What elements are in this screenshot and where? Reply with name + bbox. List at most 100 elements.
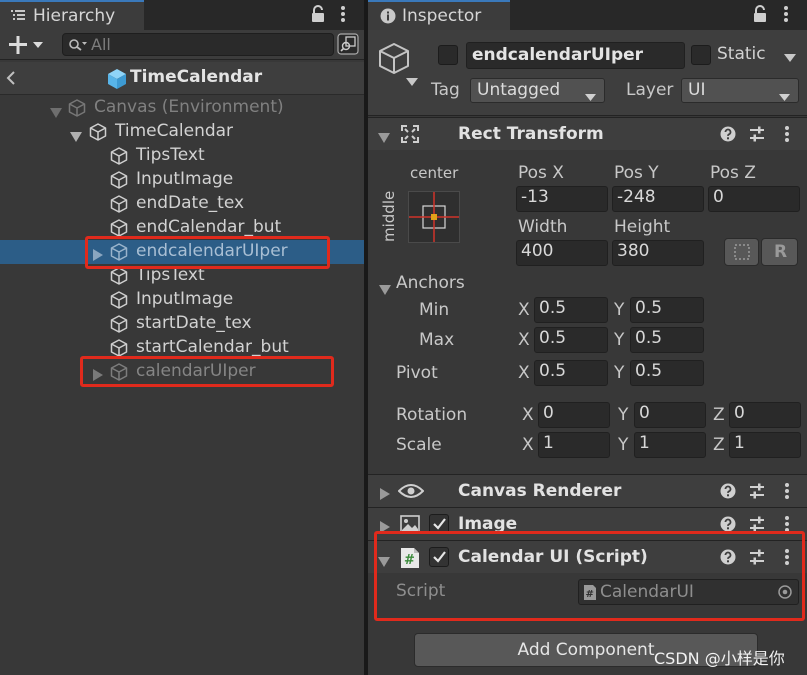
help-icon[interactable] — [720, 126, 736, 147]
pivot-y-field[interactable]: 0.5 — [630, 360, 704, 386]
row-label: startCalendar_but — [136, 337, 289, 357]
more-options-icon[interactable] — [784, 125, 790, 148]
blueprint-icon — [734, 244, 750, 260]
inspector-tab[interactable]: Inspector — [368, 0, 510, 30]
hierarchy-row-inputimage[interactable]: InputImage — [0, 168, 364, 192]
active-checkbox[interactable] — [438, 45, 458, 65]
preset-sliders-icon[interactable] — [749, 126, 765, 147]
rect-transform-icon — [400, 124, 420, 149]
row-label: InputImage — [136, 169, 234, 189]
anchor-vertical-label: middle — [380, 190, 398, 242]
row-label: Canvas (Environment) — [94, 97, 284, 117]
anchor-preset-button[interactable] — [408, 191, 460, 243]
pivot-x-field[interactable]: 0.5 — [534, 360, 608, 386]
static-dropdown-arrow-icon[interactable] — [784, 48, 796, 68]
expand-arrow-icon — [378, 128, 390, 148]
anchor-max-x-field[interactable]: 0.5 — [534, 327, 608, 353]
canvas-renderer-header[interactable]: Canvas Renderer — [368, 474, 807, 507]
scale-x-field[interactable]: 1 — [538, 432, 610, 458]
pos-y-label: Pos Y — [614, 163, 659, 183]
hierarchy-row-tipstext[interactable]: TipsText — [0, 144, 364, 168]
hierarchy-row-startdate-tex[interactable]: startDate_tex — [0, 312, 364, 336]
width-field[interactable]: 400 — [516, 240, 608, 266]
rect-transform-title: Rect Transform — [458, 124, 604, 144]
layer-dropdown[interactable]: UI — [681, 78, 799, 103]
gameobject-header: endcalendarUIper Static Tag Untagged Lay… — [368, 30, 807, 116]
rotation-x-field[interactable]: 0 — [538, 402, 610, 428]
lock-icon[interactable] — [752, 5, 768, 28]
blueprint-mode-button[interactable] — [724, 238, 759, 266]
layer-value: UI — [688, 80, 706, 100]
list-icon — [10, 7, 26, 28]
static-checkbox[interactable] — [691, 45, 711, 65]
anchor-max-label: Max — [419, 330, 455, 350]
gameobject-cube-icon — [110, 315, 128, 338]
object-name-field[interactable]: endcalendarUIper — [466, 42, 685, 69]
y-label: Y — [618, 435, 629, 455]
row-label: endDate_tex — [136, 193, 245, 213]
hierarchy-row-canvas-environment[interactable]: Canvas (Environment) — [0, 96, 364, 120]
collapse-arrow-icon — [380, 485, 390, 505]
more-options-icon[interactable] — [784, 482, 790, 505]
raw-edit-button[interactable]: R — [761, 238, 798, 266]
z-label: Z — [713, 435, 725, 455]
y-label: Y — [614, 363, 625, 383]
scale-y-field[interactable]: 1 — [634, 432, 706, 458]
height-field[interactable]: 380 — [612, 240, 704, 266]
pos-y-field[interactable]: -248 — [612, 186, 704, 212]
gameobject-cube-icon — [89, 123, 107, 146]
row-label: startDate_tex — [136, 313, 252, 333]
hierarchy-tab-title: Hierarchy — [33, 6, 116, 26]
eye-icon — [397, 482, 425, 505]
hierarchy-tab-bar: Hierarchy — [0, 0, 364, 30]
watermark-text: CSDN @小样是你 — [654, 649, 785, 668]
rotation-label: Rotation — [396, 405, 468, 425]
help-icon[interactable] — [720, 483, 736, 504]
x-label: X — [522, 405, 534, 425]
scene-breadcrumb-bar: TimeCalendar — [0, 62, 364, 95]
prefab-cube-icon — [106, 68, 128, 95]
back-arrow-icon[interactable] — [5, 69, 17, 92]
pos-x-label: Pos X — [518, 163, 564, 183]
scale-z-field[interactable]: 1 — [729, 432, 801, 458]
search-input[interactable]: All — [62, 33, 334, 56]
hierarchy-row-enddate-tex[interactable]: endDate_tex — [0, 192, 364, 216]
hierarchy-tab[interactable]: Hierarchy — [0, 0, 144, 30]
hierarchy-panel: Hierarchy All TimeCalendar Canvas (Envir… — [0, 0, 364, 675]
anchor-max-y-field[interactable]: 0.5 — [630, 327, 704, 353]
tag-dropdown[interactable]: Untagged — [470, 78, 605, 103]
hierarchy-row-timecalendar[interactable]: TimeCalendar — [0, 120, 364, 144]
lock-icon[interactable] — [310, 5, 326, 28]
tag-label: Tag — [431, 80, 460, 100]
rotation-z-field[interactable]: 0 — [729, 402, 801, 428]
inspector-panel: Inspector endcalendarUIper Static Tag Un… — [368, 0, 807, 675]
inspector-tab-bar: Inspector — [368, 0, 807, 30]
more-options-icon[interactable] — [340, 5, 346, 28]
anchors-expand-arrow-icon[interactable] — [379, 280, 391, 300]
z-label: Z — [713, 405, 725, 425]
hierarchy-row-inputimage-2[interactable]: InputImage — [0, 288, 364, 312]
scene-search-icon[interactable] — [337, 33, 359, 60]
y-label: Y — [614, 330, 625, 350]
preset-sliders-icon[interactable] — [749, 483, 765, 504]
search-icon — [68, 37, 88, 58]
anchor-min-x-field[interactable]: 0.5 — [534, 297, 608, 323]
anchor-horizontal-label: center — [410, 164, 459, 182]
pos-z-field[interactable]: 0 — [708, 186, 800, 212]
inspector-tab-title: Inspector — [402, 6, 482, 26]
pos-x-field[interactable]: -13 — [516, 186, 608, 212]
icon-dropdown-arrow-icon[interactable] — [406, 72, 418, 92]
x-label: X — [518, 330, 530, 350]
highlight-box — [374, 531, 805, 621]
add-icon[interactable] — [8, 35, 46, 60]
row-label: InputImage — [136, 289, 234, 309]
tag-value: Untagged — [477, 80, 561, 100]
more-options-icon[interactable] — [783, 5, 789, 28]
scene-title: TimeCalendar — [130, 67, 263, 87]
chevron-down-icon — [779, 87, 790, 107]
rect-transform-header[interactable]: Rect Transform — [368, 117, 807, 150]
highlight-box — [80, 356, 334, 387]
anchor-min-y-field[interactable]: 0.5 — [630, 297, 704, 323]
rotation-y-field[interactable]: 0 — [634, 402, 706, 428]
row-label: endCalendar_but — [136, 217, 282, 237]
